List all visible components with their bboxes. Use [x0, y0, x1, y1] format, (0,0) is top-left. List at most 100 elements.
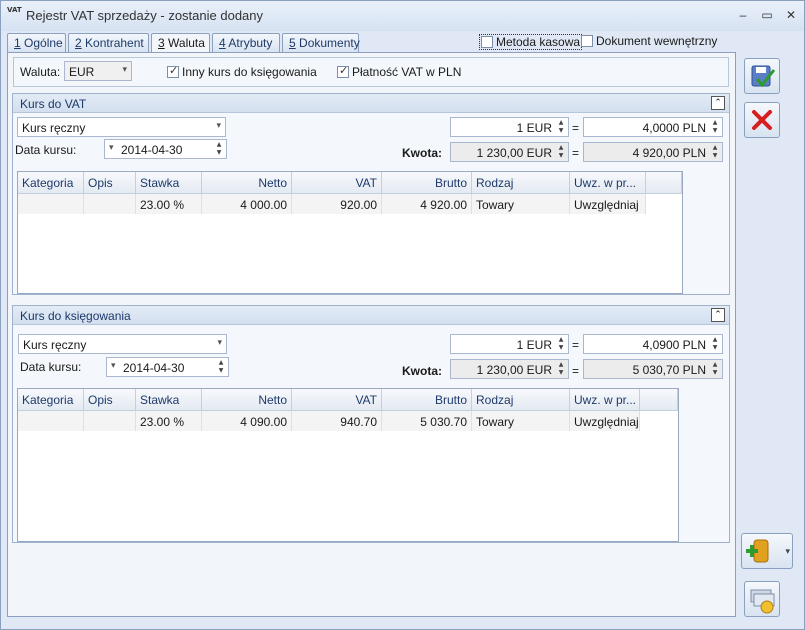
platnosc-vat-box[interactable]: [337, 64, 349, 78]
column-header-vat[interactable]: VAT: [292, 172, 382, 194]
waluta-select[interactable]: EUR ▾: [64, 61, 132, 81]
column-header-opis[interactable]: Opis: [84, 172, 136, 194]
kurs-do-ksiegowania-section: Kurs do księgowania ⌃ Kurs ręczny ▾ Data…: [12, 305, 730, 543]
spinner-icon[interactable]: ▲ ▼: [556, 119, 566, 135]
cell-stawka: 23.00 %: [136, 194, 202, 214]
cell-stawka: 23.00 %: [136, 411, 202, 431]
save-button[interactable]: [744, 58, 780, 94]
collapse-icon[interactable]: ⌃: [711, 308, 725, 322]
column-header-stawka[interactable]: Stawka: [136, 172, 202, 194]
spinner-icon[interactable]: ▲ ▼: [710, 119, 720, 135]
column-header-brutto[interactable]: Brutto: [382, 172, 472, 194]
column-header-opis[interactable]: Opis: [84, 389, 136, 411]
vat-equals-sign: =: [572, 121, 580, 135]
window-title: Rejestr VAT sprzedaży - zostanie dodany: [26, 8, 264, 23]
tab-waluta[interactable]: 3 Waluta: [151, 33, 210, 53]
add-document-icon: [746, 539, 769, 563]
ks-date-value: 2014-04-30: [123, 361, 185, 375]
column-header-netto[interactable]: Netto: [202, 389, 292, 411]
vat-kurs-type-select[interactable]: Kurs ręczny ▾: [17, 117, 226, 137]
vat-date-field[interactable]: ▾ 2014-04-30 ▲ ▼: [104, 139, 227, 159]
cancel-button[interactable]: [744, 102, 780, 138]
tab-atrybuty-num: 4: [219, 36, 226, 50]
ks-date-field[interactable]: ▾ 2014-04-30 ▲ ▼: [106, 357, 229, 377]
tab-waluta-label: Waluta: [164, 36, 205, 50]
cell-netto: 4 090.00: [202, 411, 292, 431]
chevron-down-icon: ▾: [216, 120, 221, 130]
metoda-kasowa-checkbox[interactable]: Metoda kasowa: [479, 34, 583, 50]
metoda-kasowa-box[interactable]: [481, 36, 493, 48]
tab-dokumenty-label: Dokumenty: [295, 36, 360, 50]
add-document-button[interactable]: ▾: [741, 533, 793, 569]
chevron-down-icon[interactable]: ▾: [785, 546, 790, 557]
column-header-netto[interactable]: Netto: [202, 172, 292, 194]
vat-kwota-eur-value: 1 230,00 EUR: [476, 146, 552, 160]
title-bar: VAT Rejestr VAT sprzedaży - zostanie dod…: [1, 1, 804, 31]
vat-pln-rate[interactable]: 4,0000 PLN ▲ ▼: [583, 117, 723, 137]
vat-eur-amount[interactable]: 1 EUR ▲ ▼: [450, 117, 569, 137]
close-icon[interactable]: ✕: [781, 6, 801, 24]
tab-atrybuty-label: Atrybuty: [225, 36, 273, 50]
chevron-down-icon: ▾: [109, 142, 114, 152]
ks-kwota-eur-value: 1 230,00 EUR: [476, 363, 552, 377]
vat-app-icon: VAT: [7, 6, 22, 14]
column-header-empty: [646, 172, 682, 194]
ks-kurs-type-select[interactable]: Kurs ręczny ▾: [18, 334, 227, 354]
tab-ogolne-num: 1: [14, 36, 21, 50]
inny-kurs-box[interactable]: [167, 64, 179, 78]
tab-atrybuty[interactable]: 4 Atrybuty: [212, 33, 280, 52]
cell-brutto: 5 030.70: [382, 411, 472, 431]
vat-kwota-label: Kwota:: [402, 146, 442, 160]
tab-ogolne[interactable]: 1 Ogólne: [7, 33, 66, 52]
ks-kurs-type-value: Kurs ręczny: [23, 338, 87, 352]
dokument-wewnetrzny-checkbox[interactable]: Dokument wewnętrzny: [581, 34, 717, 48]
payments-button[interactable]: [744, 581, 780, 617]
cell-vat: 940.70: [292, 411, 382, 431]
column-header-uwz[interactable]: Uwz. w pr...: [570, 389, 640, 411]
tab-dokumenty[interactable]: 5 Dokumenty: [282, 33, 360, 52]
cell-opis: [84, 411, 136, 431]
cell-rodzaj: Towary: [472, 194, 570, 214]
metoda-kasowa-label: Metoda kasowa: [496, 35, 581, 49]
cell-kategoria: [18, 194, 84, 214]
column-header-brutto[interactable]: Brutto: [382, 389, 472, 411]
kurs-do-vat-section: Kurs do VAT ⌃ Kurs ręczny ▾ Data kursu: …: [12, 93, 730, 295]
ks-items-table[interactable]: Kategoria Opis Stawka Netto VAT Brutto R…: [17, 388, 679, 542]
vat-items-table[interactable]: Kategoria Opis Stawka Netto VAT Brutto R…: [17, 171, 683, 294]
spinner-icon[interactable]: ▲ ▼: [216, 359, 226, 375]
column-header-kategoria[interactable]: Kategoria: [18, 389, 84, 411]
ks-eur-amount[interactable]: 1 EUR ▲ ▼: [450, 334, 569, 354]
column-header-kategoria[interactable]: Kategoria: [18, 172, 84, 194]
inny-kurs-checkbox[interactable]: Inny kurs do księgowania: [167, 64, 317, 79]
cell-uwz: Uwzględniaj: [570, 194, 646, 214]
column-header-vat[interactable]: VAT: [292, 389, 382, 411]
dokument-wewnetrzny-box[interactable]: [581, 35, 593, 47]
cancel-icon: [752, 110, 772, 130]
spinner-icon: ▲ ▼: [558, 361, 564, 376]
dokument-wewnetrzny-label: Dokument wewnętrzny: [596, 34, 718, 48]
spinner-icon[interactable]: ▲ ▼: [214, 141, 224, 157]
chevron-down-icon: ▾: [122, 64, 127, 74]
ks-pln-rate[interactable]: 4,0900 PLN ▲ ▼: [583, 334, 723, 354]
save-icon: [751, 65, 776, 88]
vat-kurs-type-value: Kurs ręczny: [22, 121, 86, 135]
column-header-uwz[interactable]: Uwz. w pr...: [570, 172, 646, 194]
tab-kontrahent[interactable]: 2 Kontrahent: [68, 33, 149, 52]
waluta-panel: Waluta: EUR ▾ Inny kurs do księgowania P…: [7, 52, 736, 617]
spinner-icon[interactable]: ▲ ▼: [710, 336, 720, 352]
maximize-icon[interactable]: ▭: [757, 6, 777, 24]
vat-kwota-equals-sign: =: [572, 146, 580, 160]
column-header-rodzaj[interactable]: Rodzaj: [472, 389, 570, 411]
collapse-icon[interactable]: ⌃: [711, 96, 725, 110]
minimize-icon[interactable]: ‒: [733, 6, 753, 24]
waluta-value: EUR: [69, 65, 95, 79]
ks-kwota-eur: 1 230,00 EUR ▲ ▼: [450, 359, 569, 379]
vat-date-value: 2014-04-30: [121, 143, 183, 157]
spinner-icon[interactable]: ▲ ▼: [556, 336, 566, 352]
inny-kurs-label: Inny kurs do księgowania: [182, 65, 317, 79]
column-header-stawka[interactable]: Stawka: [136, 389, 202, 411]
platnosc-vat-checkbox[interactable]: Płatność VAT w PLN: [337, 64, 461, 79]
ks-equals-sign: =: [572, 338, 580, 352]
waluta-label: Waluta:: [20, 65, 61, 79]
column-header-rodzaj[interactable]: Rodzaj: [472, 172, 570, 194]
